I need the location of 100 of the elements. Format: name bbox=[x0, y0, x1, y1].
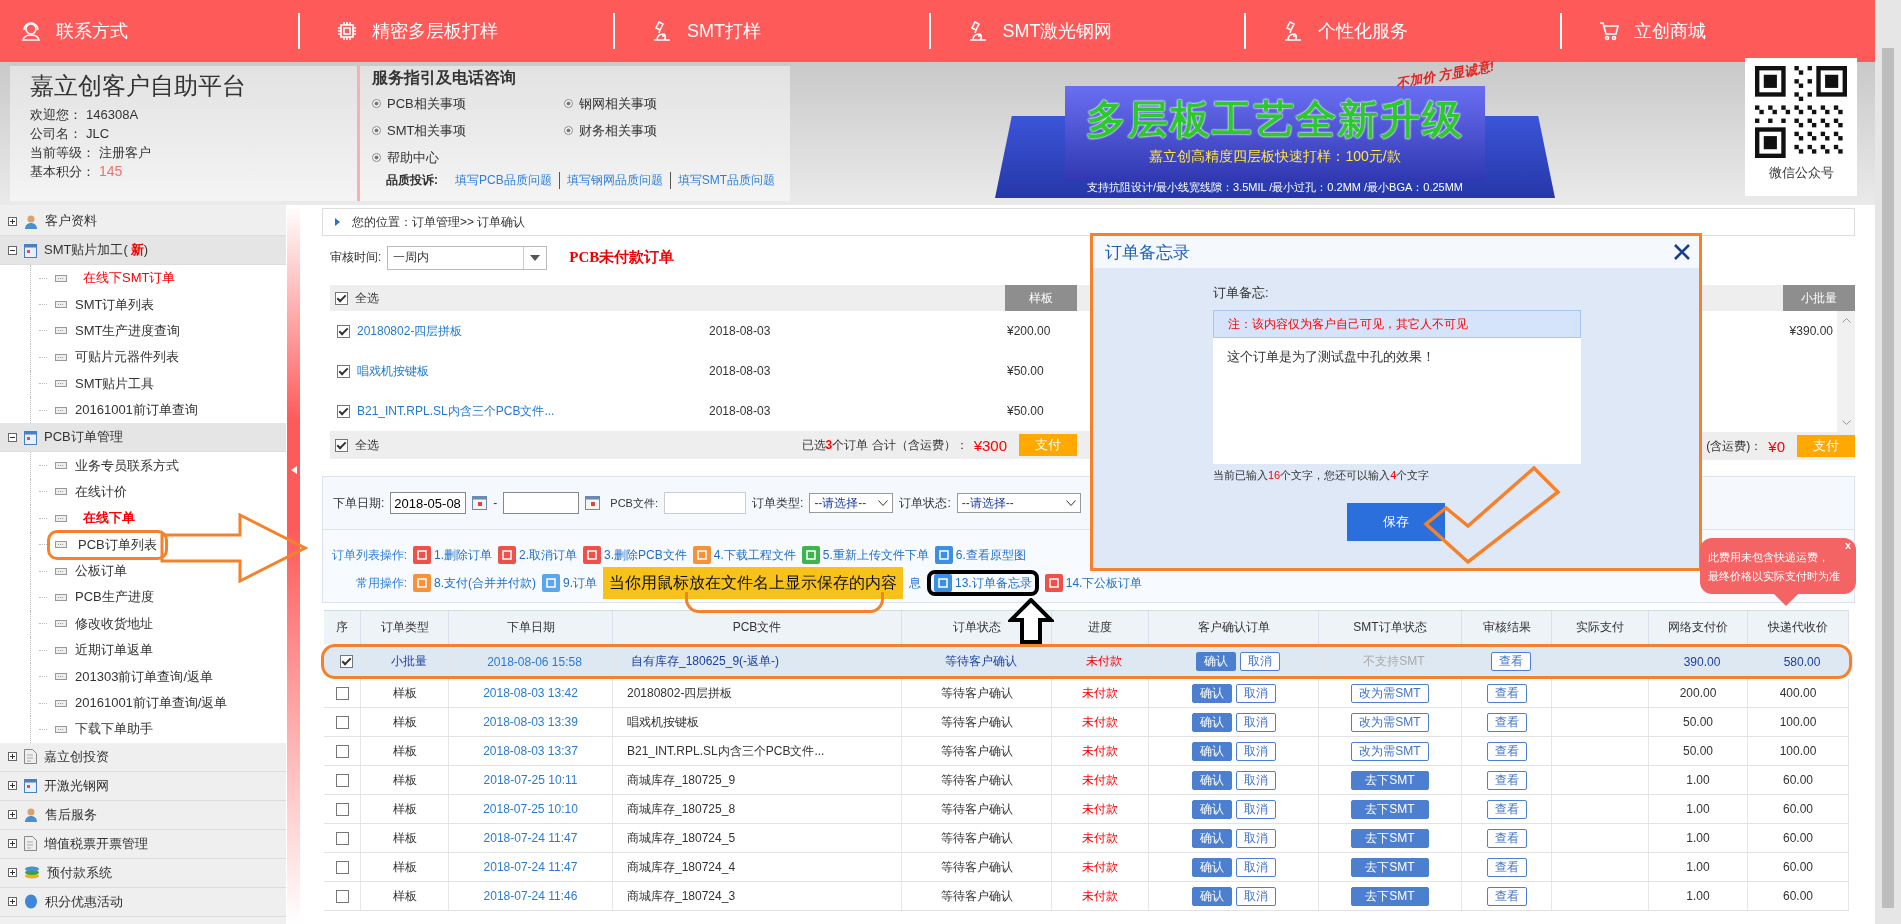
order-link[interactable]: B21_INT.RPL.SL内含三个PCB文件... bbox=[357, 402, 555, 420]
service-link[interactable]: 帮助中心 bbox=[387, 147, 439, 168]
table-row[interactable]: 样板 2018-07-25 10:10 商城库存_180725_8 等待客户确认 未付款 确认 取消 去下SMT 查看 1.00 60.00 bbox=[324, 795, 1849, 824]
checkbox[interactable] bbox=[335, 686, 349, 700]
sidebar-link[interactable]: 20161001前订单查询/返单 bbox=[75, 694, 228, 713]
calendar-icon[interactable] bbox=[472, 496, 488, 510]
operation-link[interactable]: 2.取消订单 bbox=[498, 546, 578, 564]
minus-box-icon[interactable] bbox=[8, 432, 17, 442]
service-link[interactable]: 财务相关事项 bbox=[579, 120, 657, 141]
checkbox[interactable] bbox=[335, 860, 349, 874]
sidebar-link[interactable]: SMT订单列表 bbox=[75, 295, 155, 314]
plus-box-icon[interactable] bbox=[8, 752, 17, 762]
date-link[interactable]: 2018-08-06 15:58 bbox=[487, 654, 582, 669]
sidebar-link[interactable]: PCB生产进度 bbox=[75, 588, 154, 607]
convert-smt-button[interactable]: 改为需SMT bbox=[1351, 683, 1429, 703]
checkbox[interactable] bbox=[335, 291, 348, 305]
plus-box-icon[interactable] bbox=[8, 781, 17, 791]
order-smt-button[interactable]: 去下SMT bbox=[1351, 799, 1429, 819]
sidebar-link[interactable]: 下载下单助手 bbox=[75, 720, 153, 739]
plus-box-icon[interactable] bbox=[8, 897, 17, 907]
order-smt-button[interactable]: 去下SMT bbox=[1351, 857, 1429, 877]
operation-link[interactable]: 息 bbox=[909, 574, 921, 592]
close-icon[interactable] bbox=[1673, 243, 1691, 261]
view-button[interactable]: 查看 bbox=[1486, 828, 1527, 848]
table-row[interactable]: 样板 2018-08-03 13:42 20180802-四层拼板 等待客户确认 未付款 确认 取消 改为需SMT 查看 200.00 400.00 bbox=[324, 679, 1849, 708]
table-row[interactable]: 样板 2018-08-03 13:39 唱戏机按键板 等待客户确认 未付款 确认 取消 改为需SMT 查看 50.00 100.00 bbox=[324, 708, 1849, 737]
table-row[interactable]: 小批量 2018-08-06 15:58 自有库存_180625_9(-返单-) 等待客户确认 未付款 确认 取消 不支持SMT 查看 390.00 580.00 bbox=[321, 644, 1852, 679]
order-smt-button[interactable]: 去下SMT bbox=[1351, 770, 1429, 790]
minus-box-icon[interactable] bbox=[8, 245, 17, 255]
sidebar-link[interactable]: SMT贴片工具 bbox=[75, 374, 155, 393]
checkbox[interactable] bbox=[337, 324, 350, 338]
order-smt-button[interactable]: 去下SMT bbox=[1351, 886, 1429, 906]
checkbox[interactable] bbox=[335, 744, 349, 758]
complaint-link[interactable]: 填写PCB品质问题 bbox=[448, 172, 559, 189]
operation-link[interactable]: 1.删除订单 bbox=[413, 546, 492, 564]
operation-link[interactable]: 5.重新上传文件下单 bbox=[801, 546, 929, 564]
cancel-button[interactable]: 取消 bbox=[1235, 828, 1276, 848]
cancel-button[interactable]: 取消 bbox=[1235, 799, 1276, 819]
sidebar-link[interactable]: 业务专员联系方式 bbox=[75, 456, 179, 475]
plus-box-icon[interactable] bbox=[8, 839, 17, 849]
checkbox[interactable] bbox=[335, 438, 348, 452]
table-row[interactable]: 样板 2018-07-24 11:47 商城库存_180724_5 等待客户确认 未付款 确认 取消 去下SMT 查看 1.00 60.00 bbox=[324, 824, 1849, 853]
service-link[interactable]: SMT相关事项 bbox=[387, 120, 467, 141]
sidebar-group[interactable]: PCB订单管理 bbox=[0, 423, 286, 453]
cancel-button[interactable]: 取消 bbox=[1235, 683, 1276, 703]
sidebar-link[interactable]: PCB订单列表 bbox=[47, 529, 168, 560]
confirm-button[interactable]: 确认 bbox=[1191, 683, 1232, 703]
nav-link[interactable]: 精密多层板打样 bbox=[335, 19, 498, 43]
cancel-button[interactable]: 取消 bbox=[1239, 652, 1280, 671]
operation-link[interactable]: 4.下载工程文件 bbox=[692, 546, 796, 564]
confirm-button[interactable]: 确认 bbox=[1191, 712, 1232, 732]
order-smt-button[interactable]: 去下SMT bbox=[1351, 828, 1429, 848]
nav-link[interactable]: 立创商城 bbox=[1597, 19, 1706, 43]
nav-link[interactable]: 联系方式 bbox=[20, 19, 128, 43]
checkbox[interactable] bbox=[337, 404, 350, 418]
operation-link[interactable]: 8.支付(合并并付款) bbox=[413, 574, 536, 592]
table-row[interactable]: 样板 2018-08-03 13:37 B21_INT.RPL.SL内含三个PCB文件... 等待客户确认 未付款 确认 取消 改为需SMT 查看 50.00 100.00 bbox=[324, 737, 1849, 766]
checkbox[interactable] bbox=[335, 831, 349, 845]
cancel-button[interactable]: 取消 bbox=[1235, 886, 1276, 906]
confirm-button[interactable]: 确认 bbox=[1191, 857, 1232, 877]
sidebar-link[interactable]: SMT生产进度查询 bbox=[75, 321, 181, 340]
view-button[interactable]: 查看 bbox=[1486, 770, 1527, 790]
cancel-button[interactable]: 取消 bbox=[1235, 712, 1276, 732]
view-button[interactable]: 查看 bbox=[1486, 857, 1527, 877]
nav-link[interactable]: SMT打样 bbox=[651, 19, 761, 43]
table-row[interactable]: 样板 2018-07-24 11:47 商城库存_180724_4 等待客户确认 未付款 确认 取消 去下SMT 查看 1.00 60.00 bbox=[324, 853, 1849, 882]
page-scrollbar[interactable] bbox=[1875, 0, 1901, 924]
sidebar-link[interactable]: 修改收货地址 bbox=[75, 614, 153, 633]
sidebar-link[interactable]: 可贴片元器件列表 bbox=[75, 348, 179, 367]
view-button[interactable]: 查看 bbox=[1486, 741, 1527, 761]
calendar-icon[interactable] bbox=[585, 496, 601, 510]
cancel-button[interactable]: 取消 bbox=[1235, 857, 1276, 877]
view-button[interactable]: 查看 bbox=[1486, 886, 1527, 906]
view-button[interactable]: 查看 bbox=[1486, 712, 1527, 732]
checkbox[interactable] bbox=[335, 889, 349, 903]
service-link[interactable]: PCB相关事项 bbox=[387, 93, 466, 114]
complaint-link[interactable]: 填写SMT品质问题 bbox=[669, 172, 783, 189]
cancel-button[interactable]: 取消 bbox=[1235, 770, 1276, 790]
convert-smt-button[interactable]: 改为需SMT bbox=[1351, 741, 1429, 761]
plus-box-icon[interactable] bbox=[8, 216, 17, 226]
order-status-select[interactable]: --请选择-- bbox=[956, 493, 1081, 513]
sidebar-link[interactable]: 在线计价 bbox=[75, 482, 127, 501]
sidebar-link[interactable]: 201303前订单查询/返单 bbox=[75, 667, 213, 686]
plus-box-icon[interactable] bbox=[8, 868, 17, 878]
sidebar-link[interactable]: 在线下SMT订单 bbox=[75, 269, 176, 288]
operation-link[interactable]: 3.删除PCB文件 bbox=[583, 546, 687, 564]
confirm-button[interactable]: 确认 bbox=[1191, 770, 1232, 790]
date-field[interactable] bbox=[503, 492, 580, 514]
view-button[interactable]: 查看 bbox=[1486, 683, 1527, 703]
sidebar-link[interactable]: 在线下单 bbox=[75, 509, 135, 528]
confirm-button[interactable]: 确认 bbox=[1191, 828, 1232, 848]
scrollbar[interactable] bbox=[1837, 311, 1855, 432]
operation-link[interactable]: 9.订单 bbox=[542, 574, 597, 592]
date-link[interactable]: 2018-07-24 11:47 bbox=[483, 860, 578, 874]
checkbox[interactable] bbox=[335, 802, 349, 816]
operation-link[interactable]: 6.查看原型图 bbox=[934, 546, 1026, 564]
save-button[interactable]: 保存 bbox=[1347, 503, 1445, 541]
service-link[interactable]: 钢网相关事项 bbox=[579, 93, 657, 114]
date-link[interactable]: 2018-07-24 11:46 bbox=[483, 889, 578, 903]
confirm-button[interactable]: 确认 bbox=[1195, 652, 1236, 671]
